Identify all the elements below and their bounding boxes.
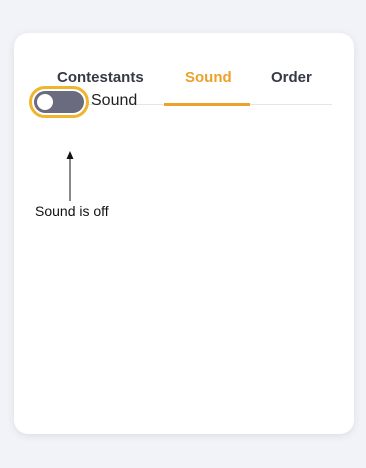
toggle-knob <box>37 94 53 110</box>
tab-order[interactable]: Order <box>271 69 312 86</box>
tab-contestants[interactable]: Contestants <box>57 69 144 86</box>
sound-toggle-switch[interactable] <box>29 86 89 118</box>
toggle-track <box>34 91 84 113</box>
sound-toggle-label: Sound <box>91 92 138 109</box>
annotation-caption: Sound is off <box>35 203 109 219</box>
active-tab-indicator <box>164 103 250 106</box>
tab-sound[interactable]: Sound <box>185 69 232 86</box>
annotation-arrow-icon <box>66 151 74 201</box>
